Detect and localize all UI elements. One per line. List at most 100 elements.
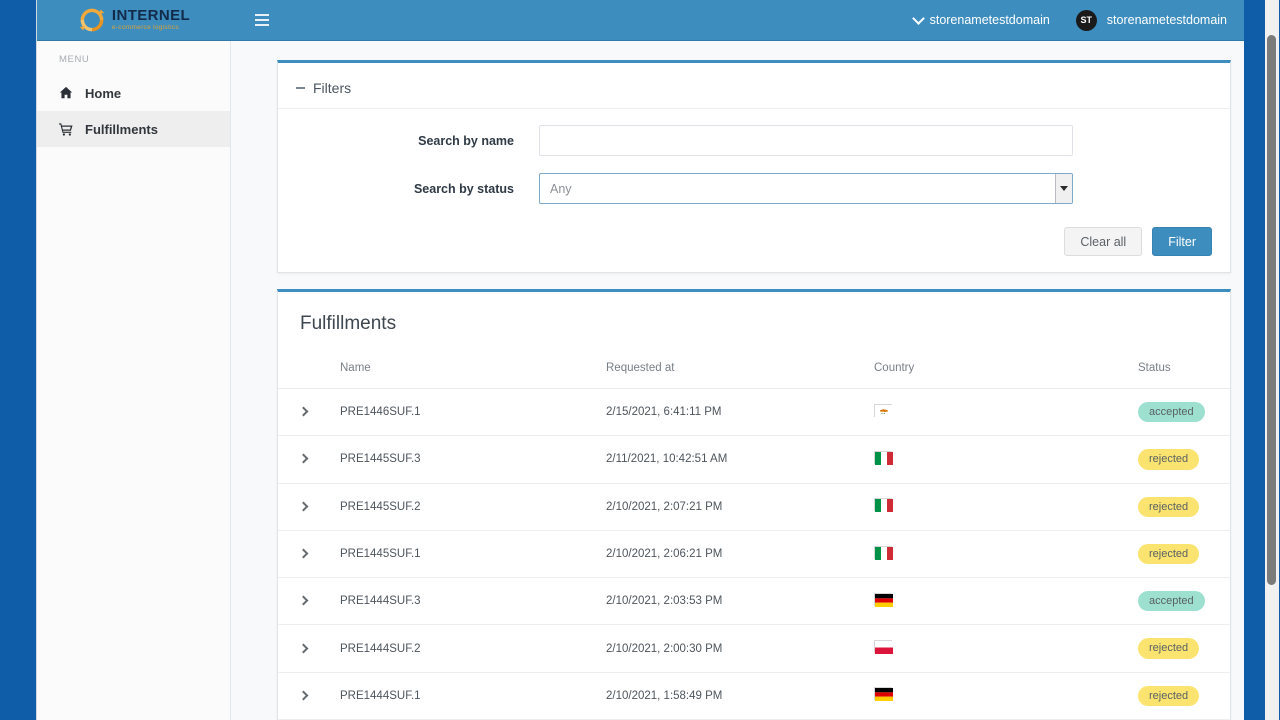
- table-body: PRE1446SUF.1 2/15/2021, 6:41:11 PM accepte…: [278, 388, 1230, 720]
- internel-swirl-icon: [78, 6, 106, 34]
- main-content: Filters Search by name Search by status: [231, 41, 1244, 720]
- sidebar: MENU Home Fulfillments: [37, 41, 231, 720]
- table-row[interactable]: PRE1445SUF.3 2/11/2021, 10:42:51 AM reject…: [278, 435, 1230, 484]
- cell-country: [874, 435, 1138, 484]
- chevron-down-icon: [911, 11, 925, 25]
- status-badge: rejected: [1138, 496, 1200, 517]
- cell-name: PRE1445SUF.1: [340, 530, 606, 579]
- cell-status: rejected: [1138, 435, 1230, 484]
- status-badge: rejected: [1138, 638, 1200, 659]
- avatar: ST: [1075, 9, 1097, 31]
- home-icon: [58, 86, 73, 100]
- chevron-right-icon[interactable]: [298, 501, 309, 512]
- filters-card-header: Filters: [278, 63, 1230, 109]
- header-actions: storenametestdomain ST storenametestdoma…: [911, 9, 1244, 31]
- top-header: INTERNEL e-commerce logistics storenamet…: [37, 0, 1244, 41]
- search-status-select[interactable]: Any: [539, 173, 1073, 204]
- cell-status: rejected: [1138, 624, 1230, 673]
- chevron-right-icon[interactable]: [298, 406, 309, 417]
- page-title: Fulfillments: [300, 313, 397, 334]
- hamburger-menu-icon[interactable]: [247, 5, 277, 35]
- table-row[interactable]: PRE1444SUF.1 2/10/2021, 1:58:49 PM rejecte…: [278, 672, 1230, 720]
- table-row[interactable]: PRE1444SUF.3 2/10/2021, 2:03:53 PM accepte…: [278, 577, 1230, 626]
- search-by-name-label: Search by name: [418, 133, 514, 148]
- cart-icon: [58, 122, 73, 136]
- logo-tagline: e-commerce logistics: [111, 24, 179, 32]
- status-badge: rejected: [1138, 449, 1200, 470]
- chevron-right-icon[interactable]: [298, 548, 309, 559]
- row-expand-cell[interactable]: [278, 483, 340, 531]
- minus-icon: [296, 87, 305, 89]
- cell-country: [874, 672, 1138, 720]
- column-header-name: Name: [340, 356, 606, 389]
- table-row[interactable]: PRE1445SUF.1 2/10/2021, 2:06:21 PM rejecte…: [278, 530, 1230, 579]
- sidebar-menu-label: MENU: [59, 54, 90, 65]
- cell-name: PRE1444SUF.1: [340, 672, 606, 720]
- store-dropdown-label: storenametestdomain: [929, 13, 1050, 27]
- cell-country: [874, 530, 1138, 579]
- clear-all-button[interactable]: Clear all: [1064, 227, 1143, 256]
- sidebar-item-home[interactable]: Home: [37, 75, 230, 111]
- cell-status: rejected: [1138, 672, 1230, 720]
- sidebar-item-label: Home: [85, 85, 122, 101]
- row-expand-cell[interactable]: [278, 435, 340, 484]
- column-header-requested-at: Requested at: [606, 356, 874, 389]
- scrollbar-thumb[interactable]: [1267, 35, 1276, 585]
- cell-requested-at: 2/15/2021, 6:41:11 PM: [606, 388, 874, 437]
- filters-panel-title: Filters: [313, 80, 352, 96]
- table-row[interactable]: PRE1446SUF.1 2/15/2021, 6:41:11 PM accepte…: [278, 388, 1230, 437]
- cell-name: PRE1444SUF.3: [340, 577, 606, 626]
- flag-icon-germany: [874, 592, 893, 607]
- row-expand-cell[interactable]: [278, 577, 340, 626]
- cell-name: PRE1445SUF.3: [340, 435, 606, 484]
- column-header-country: Country: [874, 356, 1138, 389]
- cell-requested-at: 2/10/2021, 2:03:53 PM: [606, 577, 874, 626]
- cell-status: rejected: [1138, 483, 1230, 531]
- user-name-label: storenametestdomain: [1106, 13, 1227, 27]
- column-header-expand: [278, 356, 340, 389]
- cell-requested-at: 2/10/2021, 2:07:21 PM: [606, 483, 874, 531]
- logo-name: INTERNEL: [111, 7, 191, 25]
- status-badge: rejected: [1138, 543, 1200, 565]
- filter-row-status: Search by status Any: [296, 173, 1212, 204]
- table-header: Name Requested at Country Status: [278, 356, 1230, 389]
- sidebar-item-fulfillments[interactable]: Fulfillments: [37, 111, 230, 147]
- search-name-input[interactable]: [539, 125, 1073, 156]
- table-row[interactable]: PRE1445SUF.2 2/10/2021, 2:07:21 PM rejecte…: [278, 483, 1230, 531]
- brand-logo[interactable]: INTERNEL e-commerce logistics: [37, 0, 231, 41]
- flag-icon-poland: [874, 640, 893, 655]
- chevron-right-icon[interactable]: [298, 595, 309, 606]
- cell-name: PRE1445SUF.2: [340, 483, 606, 531]
- page-background: INTERNEL e-commerce logistics storenamet…: [0, 0, 1280, 720]
- row-expand-cell[interactable]: [278, 672, 340, 720]
- flag-icon-germany: [874, 687, 893, 702]
- cell-requested-at: 2/10/2021, 2:00:30 PM: [606, 624, 874, 673]
- cell-name: PRE1444SUF.2: [340, 624, 606, 673]
- application-window: INTERNEL e-commerce logistics storenamet…: [36, 0, 1244, 720]
- chevron-right-icon[interactable]: [298, 690, 309, 701]
- row-expand-cell[interactable]: [278, 624, 340, 673]
- cell-requested-at: 2/10/2021, 2:06:21 PM: [606, 530, 874, 579]
- chevron-right-icon[interactable]: [298, 643, 309, 654]
- row-expand-cell[interactable]: [278, 388, 340, 437]
- store-dropdown[interactable]: storenametestdomain: [911, 11, 1050, 27]
- filter-row-name: Search by name: [296, 125, 1212, 156]
- filters-card: Filters Search by name Search by status: [277, 60, 1231, 273]
- cell-country: [874, 388, 1138, 437]
- flag-icon-italy: [874, 498, 893, 513]
- row-expand-cell[interactable]: [278, 530, 340, 579]
- cell-name: PRE1446SUF.1: [340, 388, 606, 437]
- chevron-right-icon[interactable]: [298, 453, 309, 464]
- vertical-scrollbar[interactable]: [1265, 0, 1279, 720]
- cell-status: rejected: [1138, 530, 1230, 579]
- search-by-status-label: Search by status: [413, 181, 514, 196]
- flag-icon-italy: [874, 545, 893, 560]
- cell-status: accepted: [1138, 577, 1230, 626]
- user-menu[interactable]: ST storenametestdomain: [1075, 9, 1227, 31]
- table-row[interactable]: PRE1444SUF.2 2/10/2021, 2:00:30 PM rejecte…: [278, 624, 1230, 673]
- table-header-row: Name Requested at Country Status: [278, 356, 1230, 389]
- filters-card-body: Search by name Search by status Any Clea…: [278, 109, 1230, 272]
- filters-collapse-toggle[interactable]: Filters: [296, 80, 351, 96]
- flag-icon-cyprus: [874, 403, 893, 418]
- filter-button[interactable]: Filter: [1152, 227, 1212, 256]
